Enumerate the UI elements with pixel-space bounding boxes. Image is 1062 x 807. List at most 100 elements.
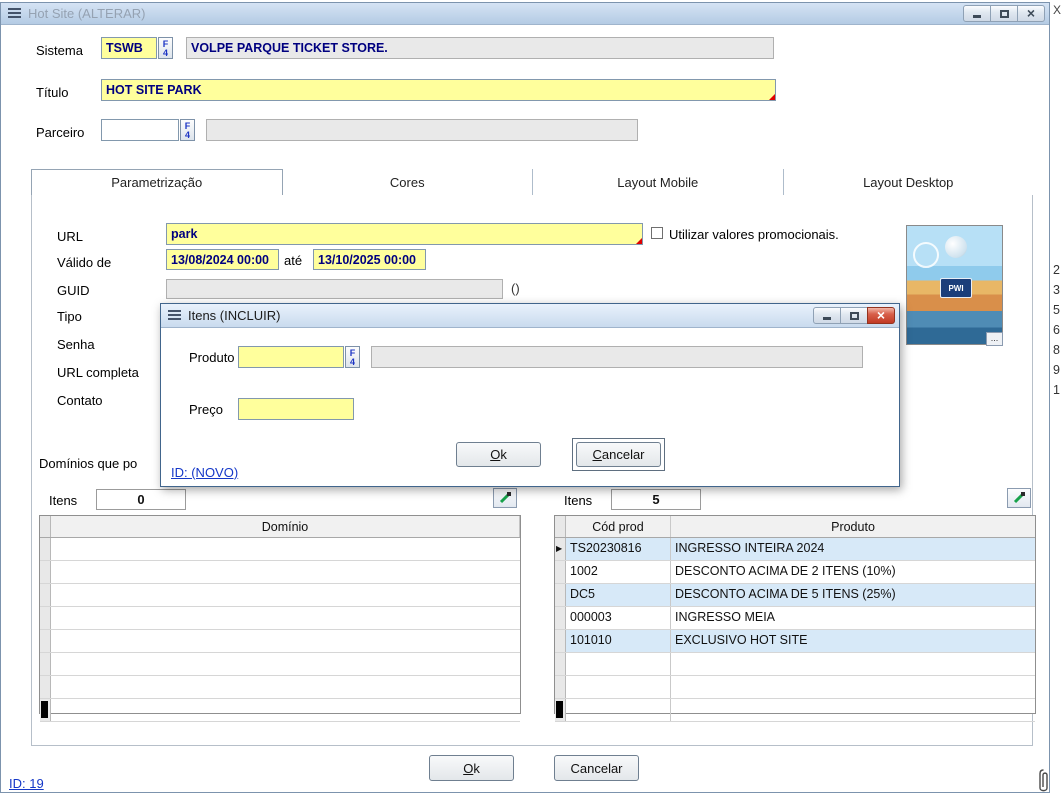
produto-description [371, 346, 863, 368]
produto-cell: EXCLUSIVO HOT SITE [671, 630, 1035, 652]
valido-de-input[interactable]: 13/08/2024 00:00 [166, 249, 279, 270]
sistema-label: Sistema [36, 43, 83, 58]
pwi-logo: PWI [940, 278, 972, 298]
close-button[interactable] [867, 307, 895, 324]
row-indicator [40, 584, 51, 606]
maximize-button[interactable] [840, 307, 868, 324]
product-row[interactable] [555, 653, 1035, 676]
produto-cell: DESCONTO ACIMA DE 2 ITENS (10%) [671, 561, 1035, 583]
tab-parametrizacao[interactable]: Parametrização [31, 169, 283, 196]
cod-cell: 000003 [566, 607, 671, 629]
ok-button[interactable]: Ok [429, 755, 514, 781]
background-window-fragment: X [1053, 3, 1061, 17]
row-indicator-column [555, 516, 566, 537]
domain-row[interactable] [40, 699, 520, 722]
preview-more-button[interactable]: ... [986, 332, 1003, 346]
maximize-icon [850, 312, 859, 320]
valido-ate-input[interactable]: 13/10/2025 00:00 [313, 249, 426, 270]
row-indicator [40, 630, 51, 652]
menu-icon[interactable] [168, 310, 181, 321]
minimize-button[interactable] [813, 307, 841, 324]
produto-cell: INGRESSO INTEIRA 2024 [671, 538, 1035, 560]
tab-layout-mobile[interactable]: Layout Mobile [533, 169, 784, 195]
dialog-record-id-link[interactable]: ID: (NOVO) [171, 465, 238, 480]
pencil-icon [1012, 491, 1026, 505]
row-indicator [555, 630, 566, 652]
preco-input[interactable] [238, 398, 354, 420]
dominio-grid-header: Domínio [40, 516, 520, 538]
dialog-ok-button[interactable]: Ok [456, 442, 541, 467]
close-icon [877, 307, 885, 325]
domain-row[interactable] [40, 538, 520, 561]
dominio-itens-count: 0 [96, 489, 186, 510]
parceiro-input[interactable] [101, 119, 179, 141]
row-indicator [555, 607, 566, 629]
product-row[interactable]: 1002 DESCONTO ACIMA DE 2 ITENS (10%) [555, 561, 1035, 584]
record-id-link[interactable]: ID: 19 [9, 776, 44, 791]
produto-input[interactable] [238, 346, 344, 368]
row-indicator [40, 538, 51, 560]
cod-cell [566, 699, 671, 721]
hot-site-titlebar[interactable]: Hot Site (ALTERAR) [1, 3, 1049, 25]
parceiro-label: Parceiro [36, 125, 84, 140]
sistema-description: VOLPE PARQUE TICKET STORE. [186, 37, 774, 59]
dominio-itens-label: Itens [49, 493, 77, 508]
itens-incluir-dialog: Itens (INCLUIR) Produto F4 Preço Ok Canc… [160, 303, 900, 487]
url-label: URL [57, 229, 83, 244]
row-indicator [40, 561, 51, 583]
contato-label: Contato [57, 393, 103, 408]
tab-layout-desktop[interactable]: Layout Desktop [784, 169, 1034, 195]
domain-row[interactable] [40, 584, 520, 607]
minimize-button[interactable] [963, 5, 991, 22]
paperclip-icon[interactable] [1037, 767, 1050, 800]
desktop: X 2 3 5 6 8 9 1 Hot Site (ALTERAR) Siste… [0, 0, 1062, 807]
product-row[interactable]: 000003 INGRESSO MEIA [555, 607, 1035, 630]
minimize-icon [973, 15, 981, 18]
produto-cell: INGRESSO MEIA [671, 607, 1035, 629]
sistema-input[interactable]: TSWB [101, 37, 157, 59]
dominio-grid-edit-button[interactable] [493, 488, 517, 508]
close-icon [1027, 5, 1035, 23]
domain-row[interactable] [40, 676, 520, 699]
close-button[interactable] [1017, 5, 1045, 22]
guid-input [166, 279, 503, 299]
maximize-button[interactable] [990, 5, 1018, 22]
domain-row[interactable] [40, 607, 520, 630]
product-row[interactable] [555, 676, 1035, 699]
domain-row[interactable] [40, 561, 520, 584]
sistema-f4-button[interactable]: F4 [158, 37, 173, 59]
product-row[interactable]: 101010 EXCLUSIVO HOT SITE [555, 630, 1035, 653]
titulo-input[interactable]: HOT SITE PARK [101, 79, 776, 101]
promo-checkbox[interactable] [651, 227, 663, 239]
guid-generate-button[interactable]: () [511, 281, 520, 296]
product-row[interactable] [555, 699, 1035, 722]
produto-cell [671, 676, 1035, 698]
product-row[interactable]: TS20230816 INGRESSO INTEIRA 2024 [555, 538, 1035, 561]
url-input[interactable]: park [166, 223, 643, 245]
preco-label: Preço [189, 402, 223, 417]
domain-row[interactable] [40, 630, 520, 653]
promo-checkbox-label: Utilizar valores promocionais. [669, 227, 839, 242]
domain-cell [51, 699, 520, 721]
domain-row[interactable] [40, 653, 520, 676]
minimize-icon [823, 317, 831, 320]
produto-f4-button[interactable]: F4 [345, 346, 360, 368]
row-indicator [555, 699, 566, 721]
tab-cores[interactable]: Cores [283, 169, 534, 195]
dialog-cancel-button[interactable]: Cancelar [576, 442, 661, 467]
pencil-icon [498, 491, 512, 505]
tipo-label: Tipo [57, 309, 82, 324]
hot-site-preview-image[interactable]: PWI [906, 225, 1003, 345]
window-controls [964, 5, 1045, 22]
product-row[interactable]: DC5 DESCONTO ACIMA DE 5 ITENS (25%) [555, 584, 1035, 607]
menu-icon[interactable] [8, 8, 21, 19]
parceiro-f4-button[interactable]: F4 [180, 119, 195, 141]
grid-cursor-marker [556, 701, 563, 718]
produto-grid-edit-button[interactable] [1007, 488, 1031, 508]
produto-itens-label: Itens [564, 493, 592, 508]
titulo-label: Título [36, 85, 69, 100]
row-indicator [40, 653, 51, 675]
itens-incluir-titlebar[interactable]: Itens (INCLUIR) [161, 304, 899, 328]
cancel-button[interactable]: Cancelar [554, 755, 639, 781]
valido-de-label: Válido de [57, 255, 111, 270]
